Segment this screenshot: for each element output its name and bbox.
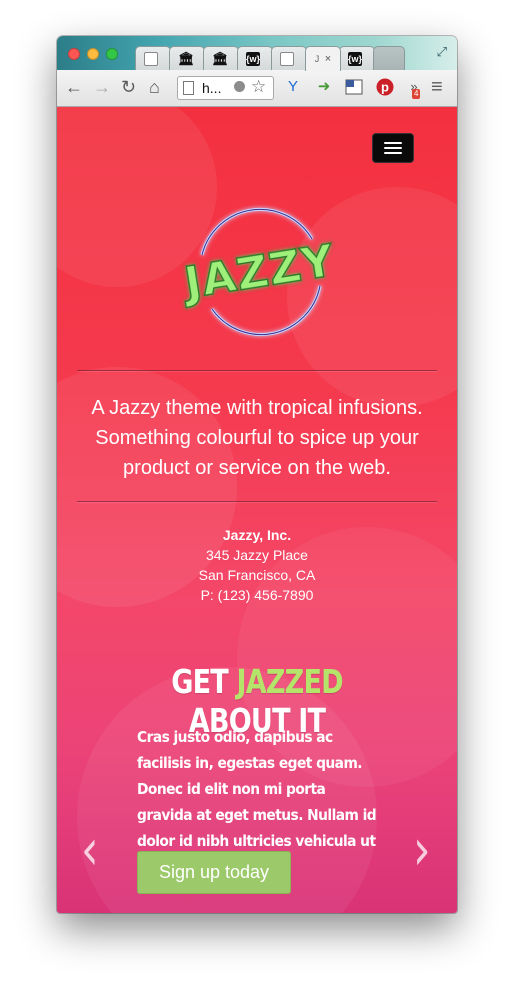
street-address: 345 Jazzy Place xyxy=(206,547,308,563)
browser-window: 🏛 🏛 {w} J × {w} ⤢ ← → ↻ ⌂ h... ☆ Y ➜ p »… xyxy=(57,36,457,913)
tagline: A Jazzy theme with tropical infusions. S… xyxy=(91,397,423,479)
jazzy-logo: JAZZY xyxy=(177,207,339,337)
divider xyxy=(77,370,437,372)
address-bar[interactable]: h... ☆ xyxy=(177,76,274,100)
tab-1[interactable] xyxy=(135,46,171,71)
reload-icon[interactable]: ↻ xyxy=(121,78,136,96)
bookmark-star-icon[interactable]: ☆ xyxy=(251,77,266,97)
tab-2[interactable]: 🏛 xyxy=(169,46,205,71)
tab-active[interactable]: J × xyxy=(305,46,341,71)
web-page: JAZZY A Jazzy theme with tropical infusi… xyxy=(57,107,457,913)
minimize-window-button[interactable] xyxy=(87,48,99,60)
forward-icon[interactable]: → xyxy=(93,78,111,96)
extension-y-icon[interactable]: Y xyxy=(284,78,302,96)
nav-menu-button[interactable] xyxy=(372,133,414,163)
new-tab-button[interactable] xyxy=(373,46,405,71)
document-icon xyxy=(144,52,158,66)
fullscreen-icon[interactable]: ⤢ xyxy=(437,44,447,60)
page-icon xyxy=(183,81,194,95)
headline-before: GET xyxy=(171,662,237,701)
menu-bar xyxy=(384,147,402,149)
address-text: h... xyxy=(202,80,222,96)
bank-icon: 🏛 xyxy=(178,51,195,66)
lightbulb-icon[interactable] xyxy=(234,81,245,92)
tab-5[interactable] xyxy=(271,46,307,71)
browser-menu-icon[interactable]: ≡ xyxy=(431,77,443,97)
tab-3[interactable]: 🏛 xyxy=(203,46,239,71)
document-icon xyxy=(280,52,294,66)
extension-badge: 4 xyxy=(412,89,421,99)
logo-text: JAZZY xyxy=(178,235,338,309)
w-icon: {w} xyxy=(246,52,261,66)
divider xyxy=(77,501,437,503)
close-window-button[interactable] xyxy=(68,48,80,60)
company-name: Jazzy, Inc. xyxy=(222,527,292,543)
extension-window-icon[interactable] xyxy=(345,78,363,96)
phone-number: P: (123) 456-7890 xyxy=(200,587,314,603)
zoom-window-button[interactable] xyxy=(106,48,118,60)
tabs: 🏛 🏛 {w} J × {w} xyxy=(135,46,435,71)
browser-toolbar: ← → ↻ ⌂ h... ☆ Y ➜ p » 4 ≡ xyxy=(57,70,457,107)
headline-accent: JAZZED xyxy=(236,662,344,701)
close-tab-icon[interactable]: × xyxy=(321,52,335,66)
tab-7[interactable]: {w} xyxy=(339,46,375,71)
bank-icon: 🏛 xyxy=(212,51,229,66)
svg-text:p: p xyxy=(381,80,389,95)
carousel-next-icon[interactable]: › xyxy=(413,822,431,879)
menu-bar xyxy=(384,152,402,154)
company-address: Jazzy, Inc. 345 Jazzy Place San Francisc… xyxy=(107,525,407,605)
home-icon[interactable]: ⌂ xyxy=(149,78,160,96)
tab-strip: 🏛 🏛 {w} J × {w} ⤢ xyxy=(57,36,457,71)
back-icon[interactable]: ← xyxy=(65,78,83,96)
sign-up-button[interactable]: Sign up today xyxy=(137,851,291,894)
menu-bar xyxy=(384,142,402,144)
tab-4[interactable]: {w} xyxy=(237,46,273,71)
pinterest-icon[interactable]: p xyxy=(376,78,394,96)
extension-arrow-icon[interactable]: ➜ xyxy=(315,78,333,96)
w-icon: {w} xyxy=(348,52,363,66)
city-state: San Francisco, CA xyxy=(198,567,316,583)
carousel-prev-icon[interactable]: ‹ xyxy=(81,822,99,879)
more-extensions-icon[interactable]: » 4 xyxy=(405,78,423,99)
